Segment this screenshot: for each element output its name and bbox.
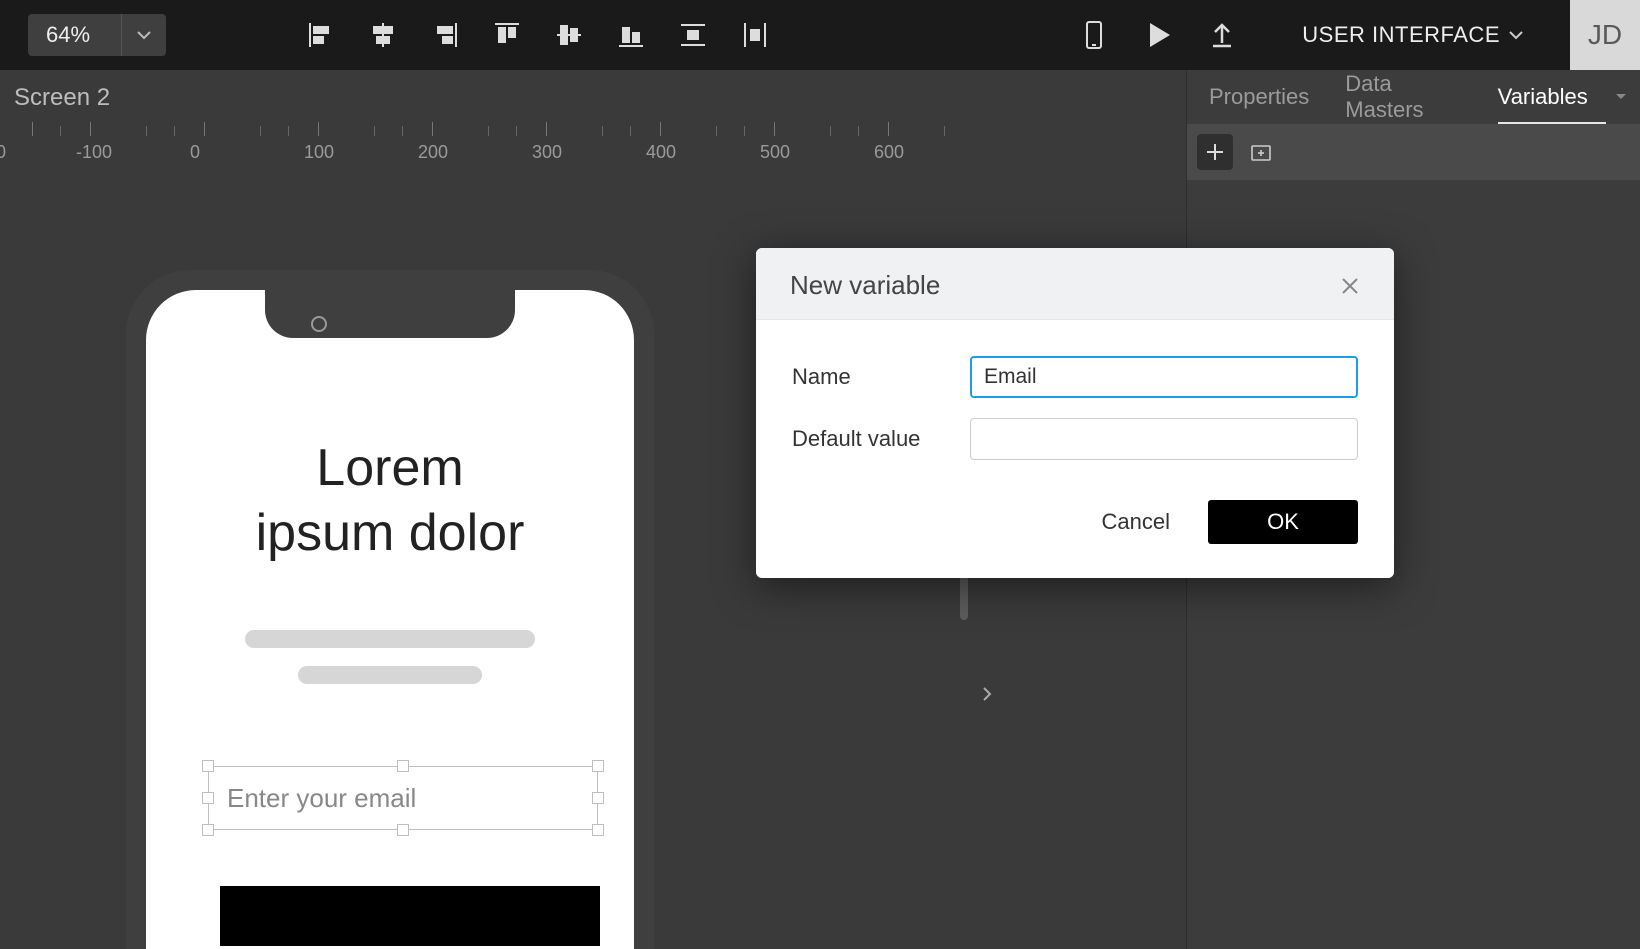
resize-handle[interactable] bbox=[397, 824, 409, 836]
camera-icon bbox=[311, 316, 327, 332]
mock-heading[interactable]: Lorem ipsum dolor bbox=[146, 436, 634, 566]
align-middle-icon[interactable] bbox=[554, 20, 584, 50]
top-toolbar: 64% bbox=[0, 0, 1640, 70]
resize-handle[interactable] bbox=[202, 824, 214, 836]
ok-button[interactable]: OK bbox=[1208, 500, 1358, 544]
zoom-dropdown[interactable] bbox=[122, 27, 166, 43]
device-frame[interactable]: Lorem ipsum dolor Enter your email bbox=[126, 270, 654, 949]
resize-handle[interactable] bbox=[202, 792, 214, 804]
distribute-v-icon[interactable] bbox=[678, 20, 708, 50]
upload-icon[interactable] bbox=[1206, 19, 1238, 51]
dialog-header: New variable bbox=[756, 248, 1394, 320]
tab-variables[interactable]: Variables bbox=[1480, 70, 1606, 124]
align-top-icon[interactable] bbox=[492, 20, 522, 50]
default-value-label: Default value bbox=[792, 426, 970, 452]
dialog-title: New variable bbox=[790, 270, 940, 301]
align-left-icon[interactable] bbox=[306, 20, 336, 50]
avatar[interactable]: JD bbox=[1570, 0, 1640, 70]
panel-tabs: Properties Data Masters Variables bbox=[1187, 70, 1640, 124]
close-icon[interactable] bbox=[1336, 272, 1364, 300]
variables-toolbar bbox=[1187, 124, 1640, 180]
avatar-initials: JD bbox=[1588, 19, 1622, 51]
resize-handle[interactable] bbox=[202, 760, 214, 772]
device-notch bbox=[265, 290, 515, 338]
mock-submit-button[interactable] bbox=[220, 886, 600, 946]
default-value-input[interactable] bbox=[970, 418, 1358, 460]
device-icon[interactable] bbox=[1078, 19, 1110, 51]
workspace-label-text: USER INTERFACE bbox=[1302, 22, 1500, 48]
new-variable-dialog: New variable Name Default value Cancel O… bbox=[756, 248, 1394, 578]
resize-handle[interactable] bbox=[592, 792, 604, 804]
zoom-control[interactable]: 64% bbox=[28, 14, 166, 56]
alignment-toolbar bbox=[306, 20, 770, 50]
resize-handle[interactable] bbox=[592, 760, 604, 772]
zoom-value[interactable]: 64% bbox=[28, 14, 122, 56]
align-right-icon[interactable] bbox=[430, 20, 460, 50]
tab-data-masters[interactable]: Data Masters bbox=[1327, 70, 1479, 124]
email-input-element[interactable]: Enter your email bbox=[208, 766, 598, 830]
play-icon[interactable] bbox=[1142, 19, 1174, 51]
mock-text-line[interactable] bbox=[245, 630, 535, 648]
email-placeholder: Enter your email bbox=[227, 783, 416, 814]
add-variable-button[interactable] bbox=[1197, 134, 1233, 170]
name-label: Name bbox=[792, 364, 970, 390]
distribute-h-icon[interactable] bbox=[740, 20, 770, 50]
align-bottom-icon[interactable] bbox=[616, 20, 646, 50]
name-input[interactable] bbox=[970, 356, 1358, 398]
tab-properties[interactable]: Properties bbox=[1191, 70, 1327, 124]
cancel-button[interactable]: Cancel bbox=[1102, 509, 1170, 535]
ruler: 00 -100 0 100 200 300 400 500 600 bbox=[0, 122, 1186, 162]
resize-handle[interactable] bbox=[592, 824, 604, 836]
screen-label[interactable]: Screen 2 bbox=[14, 84, 110, 112]
workspace-dropdown[interactable]: USER INTERFACE bbox=[1302, 22, 1524, 48]
add-folder-button[interactable] bbox=[1243, 134, 1279, 170]
panel-expand-handle[interactable] bbox=[980, 684, 994, 704]
device-screen: Lorem ipsum dolor Enter your email bbox=[146, 290, 634, 949]
mock-text-line[interactable] bbox=[298, 666, 482, 684]
align-center-h-icon[interactable] bbox=[368, 20, 398, 50]
resize-handle[interactable] bbox=[397, 760, 409, 772]
tabs-overflow-icon[interactable] bbox=[1606, 91, 1636, 103]
preview-toolbar: USER INTERFACE bbox=[1078, 19, 1548, 51]
